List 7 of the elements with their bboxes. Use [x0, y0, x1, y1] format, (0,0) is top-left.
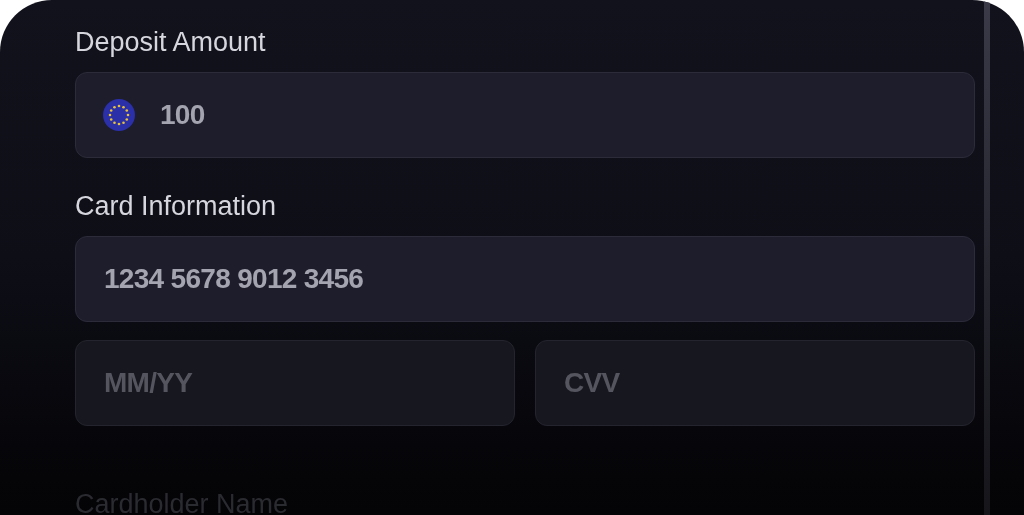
- field-label: Card Information: [75, 190, 278, 223]
- input-field[interactable]: 1234 5678 9012 3456: [75, 236, 975, 322]
- input-field[interactable]: CVV: [535, 340, 975, 426]
- eu-flag-icon: [103, 99, 135, 131]
- field-label: Deposit Amount: [75, 26, 267, 59]
- amount-field[interactable]: 100: [75, 72, 975, 158]
- input-field[interactable]: MM/YY: [75, 340, 515, 426]
